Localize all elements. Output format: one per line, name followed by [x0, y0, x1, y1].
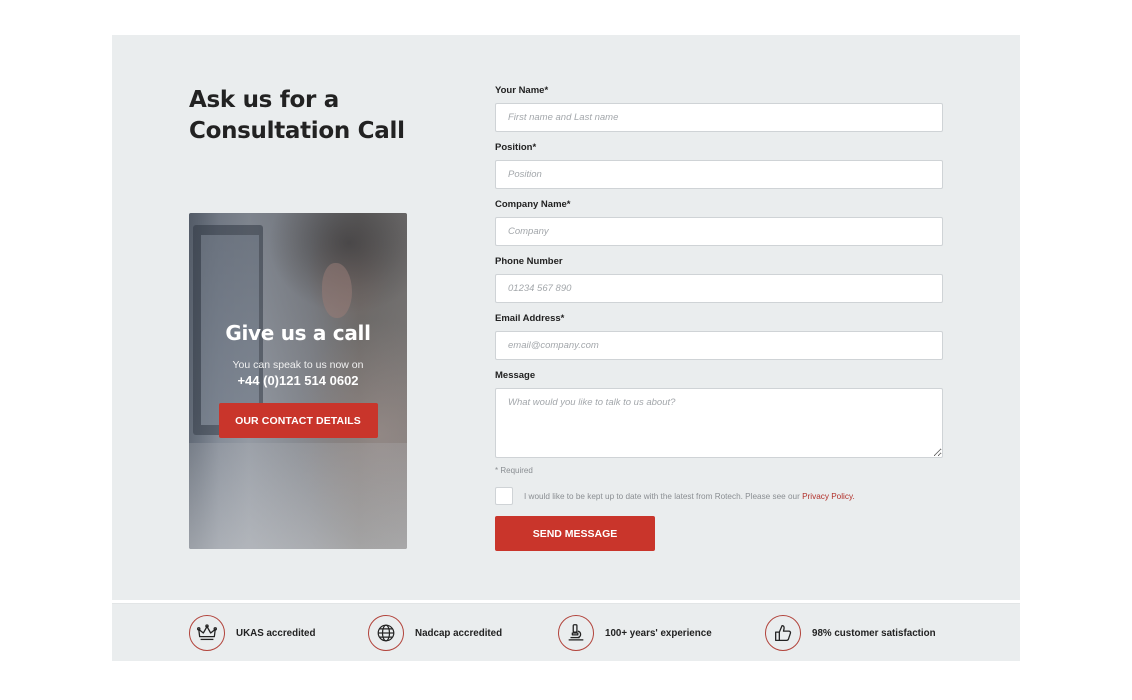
- consultation-form: Your Name* Position* Company Name* Phone…: [495, 85, 943, 551]
- position-input[interactable]: [495, 160, 943, 189]
- consent-label: I would like to be kept up to date with …: [524, 491, 800, 501]
- name-input[interactable]: [495, 103, 943, 132]
- badge-experience: 100+ years' experience: [558, 614, 712, 652]
- consultation-section: Ask us for a Consultation Call Give us a…: [112, 35, 1020, 600]
- send-message-button[interactable]: SEND MESSAGE: [495, 516, 655, 551]
- position-field-group: Position*: [495, 142, 943, 189]
- message-textarea[interactable]: [495, 388, 943, 458]
- section-heading: Ask us for a Consultation Call: [189, 87, 405, 144]
- phone-label: Phone Number: [495, 256, 563, 267]
- email-input[interactable]: [495, 331, 943, 360]
- email-label: Email Address*: [495, 313, 565, 324]
- phone-input[interactable]: [495, 274, 943, 303]
- call-card-subtitle: You can speak to us now on: [232, 359, 364, 371]
- position-label: Position*: [495, 142, 537, 153]
- badge-nadcap: Nadcap accredited: [368, 614, 502, 652]
- phone-field-group: Phone Number: [495, 256, 943, 303]
- message-label: Message: [495, 370, 536, 381]
- call-card-content: Give us a call You can speak to us now o…: [189, 321, 407, 438]
- company-input[interactable]: [495, 217, 943, 246]
- globe-icon: [368, 615, 404, 651]
- email-field-group: Email Address*: [495, 313, 943, 360]
- call-card-phone[interactable]: +44 (0)121 514 0602: [189, 373, 407, 389]
- crown-icon: [189, 615, 225, 651]
- company-label: Company Name*: [495, 199, 571, 210]
- call-card-title: Give us a call: [225, 321, 371, 345]
- call-card: Give us a call You can speak to us now o…: [189, 213, 407, 549]
- badge-label: 100+ years' experience: [605, 627, 712, 639]
- message-field-group: Message: [495, 370, 943, 458]
- microscope-icon: [558, 615, 594, 651]
- consent-text: I would like to be kept up to date with …: [524, 492, 855, 501]
- consent-row: I would like to be kept up to date with …: [495, 487, 943, 505]
- badge-satisfaction: 98% customer satisfaction: [765, 614, 936, 652]
- thumbs-up-icon: [765, 615, 801, 651]
- consent-checkbox[interactable]: [495, 487, 513, 505]
- badge-label: 98% customer satisfaction: [812, 627, 936, 639]
- privacy-policy-link[interactable]: Privacy Policy.: [802, 492, 855, 501]
- contact-details-button[interactable]: OUR CONTACT DETAILS: [218, 403, 378, 438]
- badge-label: Nadcap accredited: [415, 627, 503, 639]
- badge-ukas: UKAS accredited: [189, 614, 316, 652]
- name-label: Your Name*: [495, 85, 549, 96]
- accreditation-bar: UKAS accredited Nadcap accredited 100+ y…: [112, 603, 1020, 661]
- badge-label: UKAS accredited: [236, 627, 316, 639]
- company-field-group: Company Name*: [495, 199, 943, 246]
- name-field-group: Your Name*: [495, 85, 943, 132]
- required-note: * Required: [495, 466, 533, 475]
